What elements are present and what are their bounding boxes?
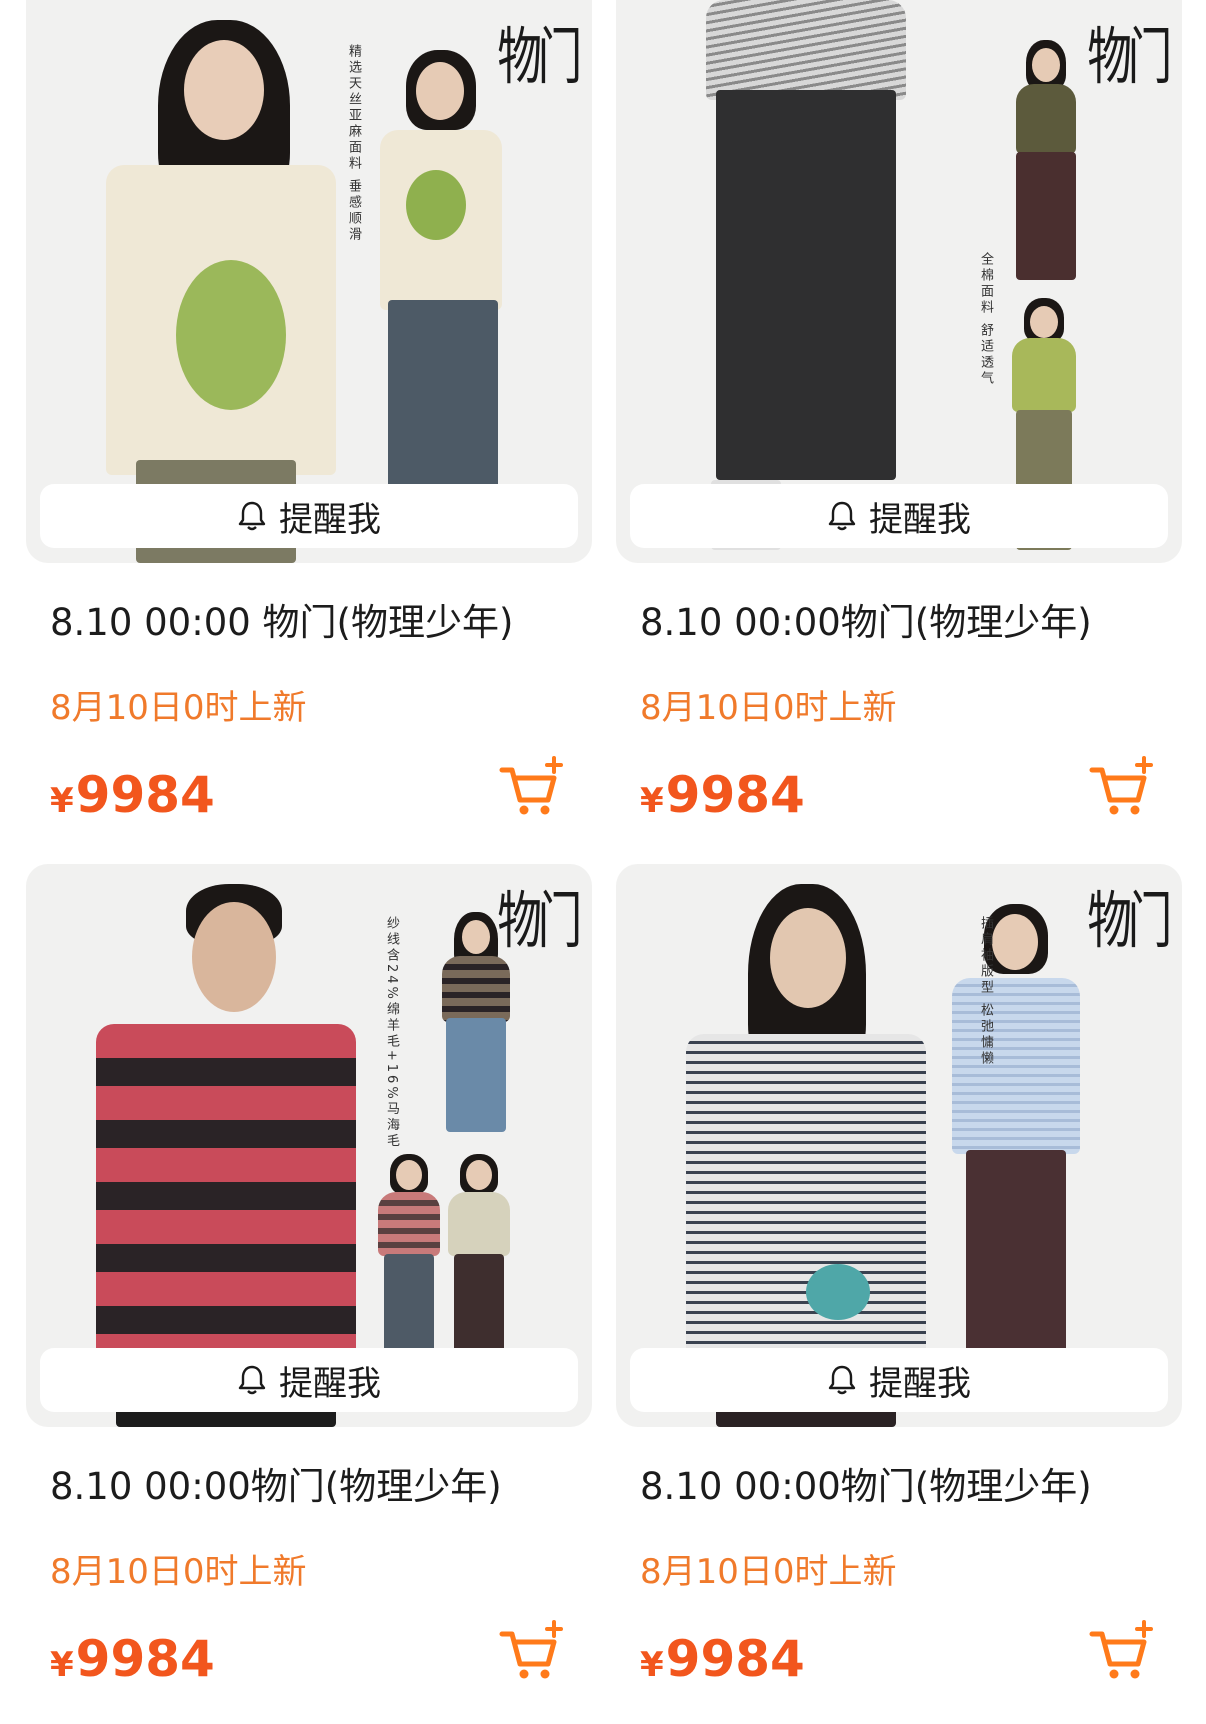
feature-text: 纱线含24%绵羊毛+16%马海毛 xyxy=(384,916,399,1150)
cart-add-icon xyxy=(498,1620,564,1686)
remind-label: 提醒我 xyxy=(869,499,971,540)
brand-logo: 物门 xyxy=(497,884,582,957)
product-card[interactable]: 插肩袖版型 松弛慵懒 物门 提醒我 8.10 00:00物门(物理少年) 8月1… xyxy=(616,864,1182,1710)
launch-time: 8月10日0时上新 xyxy=(640,688,897,728)
feature-text: 全棉面料 舒适透气 xyxy=(978,252,993,388)
add-to-cart-button[interactable] xyxy=(498,756,564,818)
remind-me-button[interactable]: 提醒我 xyxy=(40,1348,578,1412)
model-figure xyxy=(96,0,356,563)
product-image[interactable]: 纱线含24%绵羊毛+16%马海毛 物门 提醒我 xyxy=(26,864,592,1427)
feature-text: 插肩袖版型 松弛慵懒 xyxy=(978,916,993,1068)
price-amount: 9984 xyxy=(75,766,215,824)
bell-icon xyxy=(827,500,857,532)
product-title[interactable]: 8.10 00:00物门(物理少年) xyxy=(640,1456,1092,1510)
price-amount: 9984 xyxy=(665,1630,805,1688)
remind-me-button[interactable]: 提醒我 xyxy=(630,1348,1168,1412)
price-amount: 9984 xyxy=(75,1630,215,1688)
remind-label: 提醒我 xyxy=(279,499,381,540)
product-title[interactable]: 8.10 00:00物门(物理少年) xyxy=(640,592,1092,646)
add-to-cart-button[interactable] xyxy=(1088,756,1154,818)
launch-time: 8月10日0时上新 xyxy=(50,688,307,728)
add-to-cart-button[interactable] xyxy=(498,1620,564,1682)
cart-add-icon xyxy=(1088,1620,1154,1686)
product-price: ¥ 9984 xyxy=(50,1630,215,1688)
remind-me-button[interactable]: 提醒我 xyxy=(630,484,1168,548)
add-to-cart-button[interactable] xyxy=(1088,1620,1154,1682)
product-title[interactable]: 8.10 00:00 物门(物理少年) xyxy=(50,592,513,646)
model-figure xyxy=(374,1154,444,1354)
feature-text: 精选天丝亚麻面料 垂感顺滑 xyxy=(346,44,361,244)
cart-add-icon xyxy=(1088,756,1154,822)
model-figure xyxy=(686,884,926,1427)
product-card[interactable]: 精选天丝亚麻面料 垂感顺滑 物门 提醒我 8.10 00:00 物门(物理少年)… xyxy=(26,0,592,846)
currency-symbol: ¥ xyxy=(640,1645,664,1685)
product-price: ¥ 9984 xyxy=(50,766,215,824)
product-image[interactable]: 插肩袖版型 松弛慵懒 物门 提醒我 xyxy=(616,864,1182,1427)
product-image[interactable]: 全棉面料 舒适透气 物门 提醒我 xyxy=(616,0,1182,563)
currency-symbol: ¥ xyxy=(50,781,74,821)
currency-symbol: ¥ xyxy=(50,1645,74,1685)
brand-logo: 物门 xyxy=(1087,20,1172,93)
bell-icon xyxy=(237,1364,267,1396)
remind-label: 提醒我 xyxy=(279,1363,381,1404)
bell-icon xyxy=(827,1364,857,1396)
model-figure xyxy=(444,1154,514,1354)
product-image[interactable]: 精选天丝亚麻面料 垂感顺滑 物门 提醒我 xyxy=(26,0,592,563)
model-figure xyxy=(86,884,366,1427)
launch-time: 8月10日0时上新 xyxy=(640,1552,897,1592)
bell-icon xyxy=(237,500,267,532)
product-price: ¥ 9984 xyxy=(640,766,805,824)
product-grid: 精选天丝亚麻面料 垂感顺滑 物门 提醒我 8.10 00:00 物门(物理少年)… xyxy=(0,0,1206,1724)
price-amount: 9984 xyxy=(665,766,805,824)
product-price: ¥ 9984 xyxy=(640,1630,805,1688)
model-figure xyxy=(706,0,906,563)
launch-time: 8月10日0时上新 xyxy=(50,1552,307,1592)
cart-add-icon xyxy=(498,756,564,822)
product-card[interactable]: 纱线含24%绵羊毛+16%马海毛 物门 提醒我 8.10 00:00物门(物理少… xyxy=(26,864,592,1710)
remind-label: 提醒我 xyxy=(869,1363,971,1404)
product-card[interactable]: 全棉面料 舒适透气 物门 提醒我 8.10 00:00物门(物理少年) 8月10… xyxy=(616,0,1182,846)
model-figure xyxy=(1006,40,1086,280)
brand-logo: 物门 xyxy=(1087,884,1172,957)
currency-symbol: ¥ xyxy=(640,781,664,821)
brand-logo: 物门 xyxy=(497,20,582,93)
product-title[interactable]: 8.10 00:00物门(物理少年) xyxy=(50,1456,502,1510)
remind-me-button[interactable]: 提醒我 xyxy=(40,484,578,548)
